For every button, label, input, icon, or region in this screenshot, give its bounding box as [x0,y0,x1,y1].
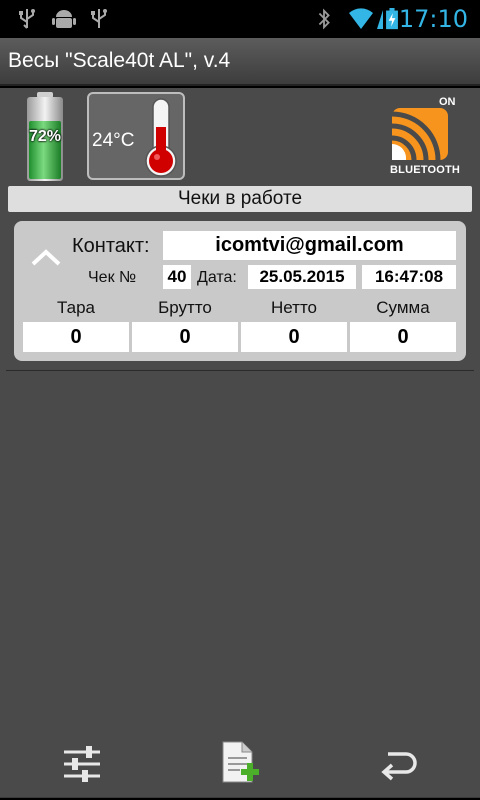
check-number-label: Чек № [88,269,137,286]
app-title: Весы "Scale40t AL", v.4 [8,49,231,72]
contact-label: Контакт: [72,235,150,257]
net-value: 0 [241,322,347,352]
gross-value: 0 [132,322,238,352]
usb-icon [91,9,107,28]
battery-percent: 72% [28,128,62,145]
temperature-value: 24°C [92,130,135,151]
bluetooth-label: BLUETOOTH [390,164,461,176]
battery-indicator: 72% [25,92,65,182]
status-bar: 17:10 [0,0,480,38]
date-label: Дата: [197,269,237,286]
usb-icon [19,9,35,29]
battery-charging-icon [386,8,398,30]
wifi-icon [349,8,373,29]
action-bar: Весы "Scale40t AL", v.4 [0,38,480,86]
check-number-value: 40 [163,265,191,289]
add-document-icon[interactable] [220,740,260,784]
bluetooth-state: ON [439,96,456,108]
list-divider [6,370,474,371]
tare-label: Тара [57,298,95,317]
time-value: 16:47:08 [362,265,456,289]
signal-icon [377,10,383,29]
section-header: Чеки в работе [8,186,472,212]
gross-label: Брутто [158,298,212,317]
tare-value: 0 [23,322,129,352]
main-content: 72% 24°C ON BLUETOOTH Чеки в работе Конт… [0,88,480,798]
check-card[interactable]: Контакт: icomtvi@gmail.com Чек № 40 Дата… [14,221,466,361]
back-icon[interactable] [378,748,418,782]
sum-label: Сумма [376,298,430,317]
sum-value: 0 [350,322,456,352]
chevron-up-icon[interactable] [30,247,62,267]
android-debug-icon [52,10,76,28]
bluetooth-icon [318,8,330,30]
thermometer-icon [145,98,177,177]
net-label: Нетто [270,298,317,317]
contact-value: icomtvi@gmail.com [163,231,456,260]
temperature-indicator: 24°C [87,92,185,180]
status-clock: 17:10 [398,5,468,33]
date-value: 25.05.2015 [248,265,356,289]
bluetooth-status[interactable]: ON BLUETOOTH [388,94,462,178]
settings-sliders-icon[interactable] [62,744,102,784]
bottom-edge [0,797,480,798]
